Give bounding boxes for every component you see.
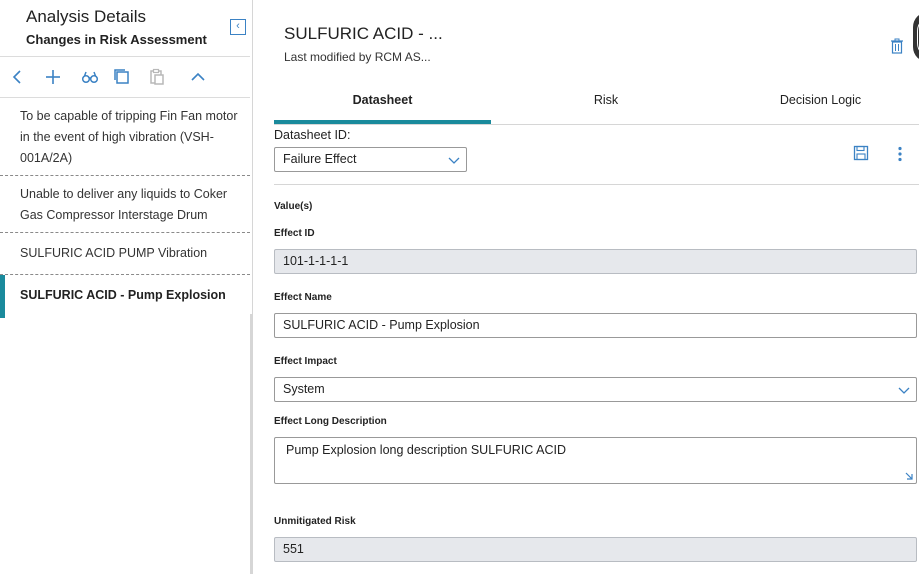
effect-impact-value: System: [283, 382, 325, 396]
back-icon[interactable]: [8, 67, 28, 87]
long-description-value: Pump Explosion long description SULFURIC…: [286, 443, 566, 457]
more-options-icon[interactable]: [897, 146, 903, 162]
resize-handle-icon[interactable]: [904, 471, 914, 481]
values-section-label: Value(s): [274, 201, 313, 212]
tab-bar: Datasheet Risk Decision Logic: [274, 85, 919, 125]
copy-icon[interactable]: [112, 67, 132, 87]
datasheet-id-label: Datasheet ID:: [274, 128, 351, 142]
save-icon[interactable]: [853, 145, 869, 161]
long-description-label: Effect Long Description: [274, 416, 387, 427]
long-description-textarea[interactable]: Pump Explosion long description SULFURIC…: [274, 437, 917, 484]
binoculars-icon[interactable]: [80, 67, 100, 87]
list-item-label: SULFURIC ACID - Pump Explosion: [20, 288, 226, 302]
effect-list: To be capable of tripping Fin Fan motor …: [0, 98, 250, 318]
detail-panel: SULFURIC ACID - ... Last modified by RCM…: [252, 0, 919, 574]
panel-subtitle: Changes in Risk Assessment: [26, 32, 207, 47]
tab-decision-logic[interactable]: Decision Logic: [721, 85, 919, 124]
datasheet-id-select[interactable]: Failure Effect: [274, 147, 467, 172]
list-toolbar: [0, 56, 250, 98]
effect-name-field[interactable]: SULFURIC ACID - Pump Explosion: [274, 313, 917, 338]
datasheet-id-value: Failure Effect: [283, 152, 357, 166]
list-item-label: SULFURIC ACID PUMP Vibration: [20, 246, 208, 260]
list-item-label: Unable to deliver any liquids to Coker G…: [20, 187, 228, 222]
effect-impact-select[interactable]: System: [274, 377, 917, 402]
trash-icon[interactable]: [890, 38, 904, 54]
effect-id-label: Effect ID: [274, 228, 315, 239]
list-item[interactable]: SULFURIC ACID PUMP Vibration: [0, 233, 250, 275]
page-title: SULFURIC ACID - ...: [284, 24, 443, 43]
list-item-label: To be capable of tripping Fin Fan motor …: [20, 109, 238, 165]
collapse-panel-button[interactable]: ‹: [230, 19, 246, 35]
effect-id-field: 101-1-1-1-1: [274, 249, 917, 274]
divider: [274, 184, 919, 185]
panel-title: Analysis Details: [26, 7, 146, 26]
list-item-selected[interactable]: SULFURIC ACID - Pump Explosion: [0, 275, 250, 318]
add-icon[interactable]: [43, 67, 63, 87]
chevron-left-icon: ‹: [236, 20, 240, 32]
unmitigated-risk-label: Unmitigated Risk: [274, 516, 356, 527]
chevron-up-icon[interactable]: [188, 67, 208, 87]
left-panel: Analysis Details Changes in Risk Assessm…: [0, 0, 252, 574]
paste-icon[interactable]: [147, 67, 167, 87]
last-modified-text: Last modified by RCM AS...: [284, 50, 431, 64]
unmitigated-risk-field: 551: [274, 537, 917, 562]
chevron-down-icon: [448, 157, 460, 164]
tab-risk[interactable]: Risk: [491, 85, 721, 124]
tab-datasheet[interactable]: Datasheet: [274, 85, 491, 124]
effect-name-label: Effect Name: [274, 292, 332, 303]
chevron-down-icon: [898, 387, 910, 394]
list-item[interactable]: Unable to deliver any liquids to Coker G…: [0, 176, 250, 233]
effect-impact-label: Effect Impact: [274, 356, 337, 367]
list-item[interactable]: To be capable of tripping Fin Fan motor …: [0, 98, 250, 176]
